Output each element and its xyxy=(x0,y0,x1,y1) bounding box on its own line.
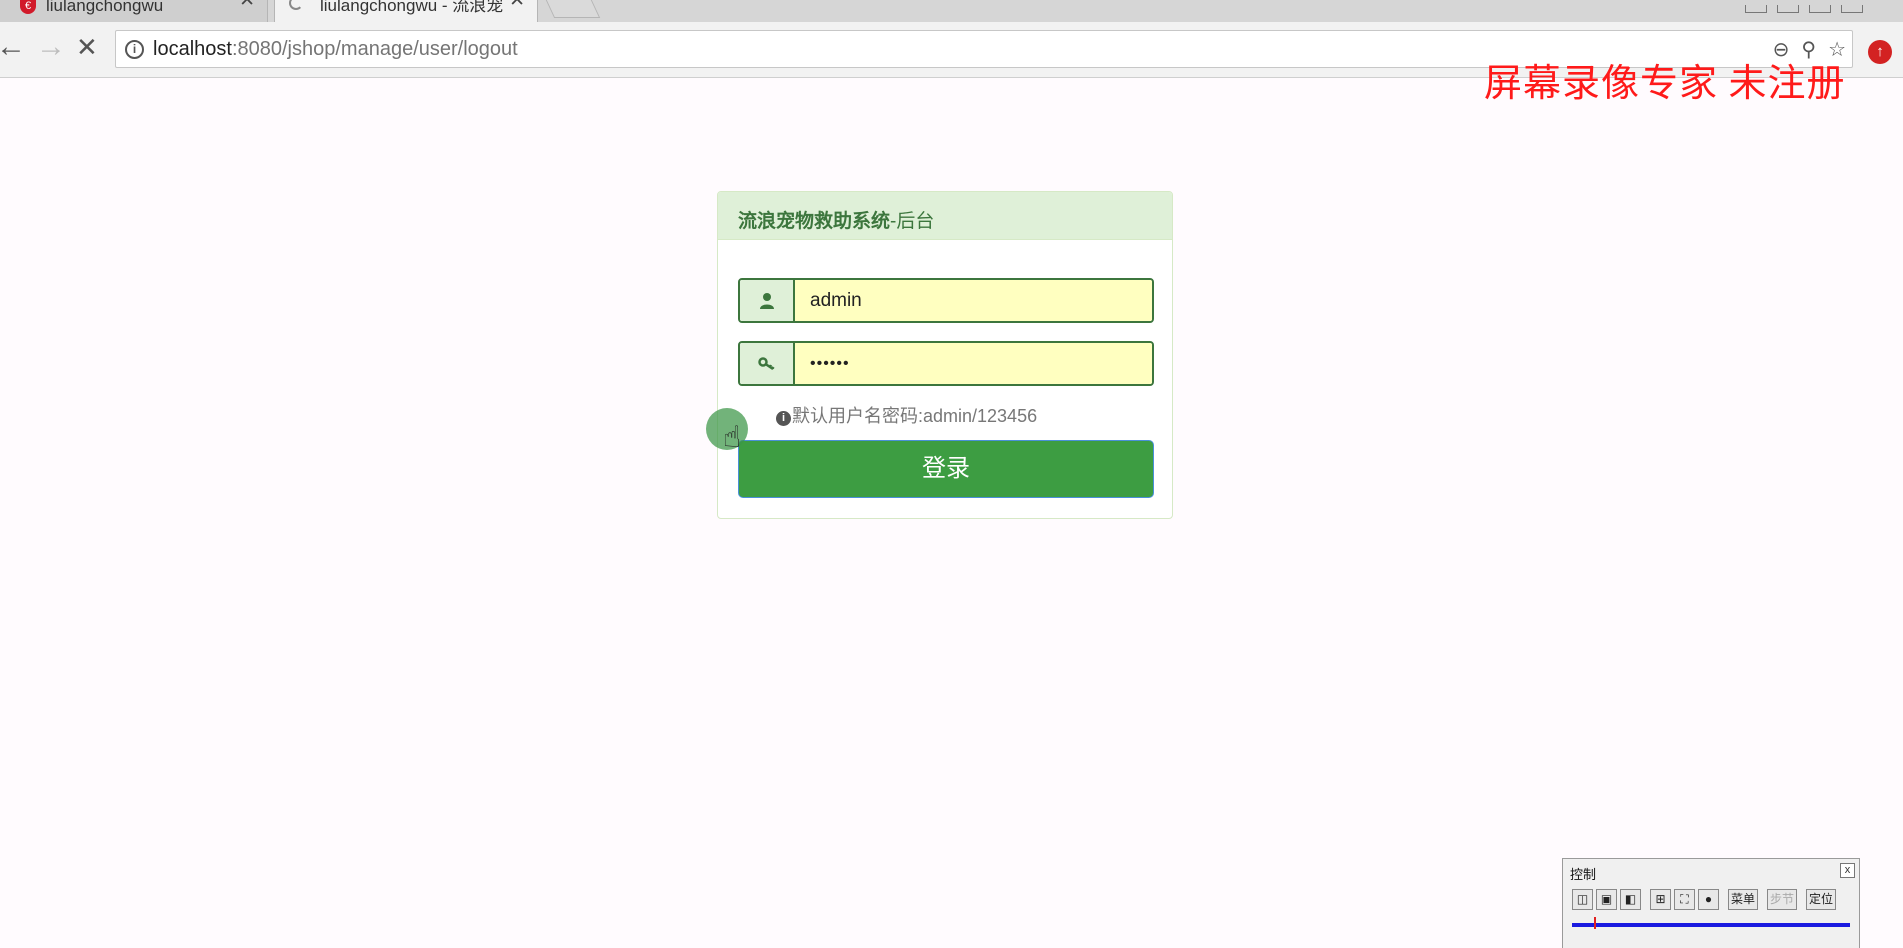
tab-liulangchongwu-2[interactable]: liulangchongwu - 流浪宠 ✕ xyxy=(274,0,538,22)
url-text[interactable]: localhost:8080/jshop/manage/user/logout xyxy=(153,38,518,61)
default-credentials-hint: i 默认用户名密码:admin/123456 xyxy=(776,402,1037,428)
progress-track[interactable] xyxy=(1572,917,1850,929)
password-group xyxy=(738,341,1154,386)
tab-close-icon[interactable]: ✕ xyxy=(239,0,255,10)
forward-arrow-icon[interactable]: → xyxy=(36,32,66,62)
login-button[interactable]: 登录 xyxy=(738,440,1154,498)
key-icon xyxy=(740,343,795,384)
progress-marker[interactable] xyxy=(1594,917,1596,929)
stop-icon[interactable]: ✕ xyxy=(76,34,98,60)
system-title: 流浪宠物救助系统 xyxy=(738,211,891,232)
next-icon[interactable]: ◧ xyxy=(1620,889,1641,910)
site-favicon-icon: € xyxy=(20,0,36,14)
step-button[interactable]: 步节 xyxy=(1767,889,1798,910)
hand-pointer-icon: ☝ xyxy=(723,421,742,454)
info-circle-icon: i xyxy=(776,411,791,426)
system-subtitle: -后台 xyxy=(890,211,935,232)
tab-title: liulangchongwu - 流浪宠 xyxy=(320,0,504,15)
cursor-icon[interactable]: ● xyxy=(1698,889,1719,910)
user-icon xyxy=(740,280,795,321)
tab-liulangchongwu-1[interactable]: € liulangchongwu ✕ xyxy=(0,0,268,22)
control-title: 控制 xyxy=(1570,867,1597,882)
new-tab-button[interactable] xyxy=(545,0,601,18)
restore-icon[interactable] xyxy=(1777,5,1799,13)
fit-window-icon[interactable]: ⊞ xyxy=(1650,889,1671,910)
login-panel: 流浪宠物救助系统-后台 i默认用户名密码:admin/123456 登录 xyxy=(717,191,1173,519)
close-window-icon[interactable] xyxy=(1841,5,1863,13)
tab-close-icon[interactable]: ✕ xyxy=(509,0,525,10)
extension-icon[interactable]: ↑ xyxy=(1868,40,1892,64)
info-icon[interactable]: i xyxy=(125,40,144,59)
back-arrow-icon[interactable]: ← xyxy=(0,32,26,62)
stop-record-icon[interactable]: ▣ xyxy=(1596,889,1617,910)
tab-bar: € liulangchongwu ✕ liulangchongwu - 流浪宠 … xyxy=(0,0,1903,22)
pause-icon[interactable]: ◫ xyxy=(1572,889,1593,910)
menu-button[interactable]: 菜单 xyxy=(1728,889,1759,910)
panel-heading: 流浪宠物救助系统-后台 xyxy=(718,192,1172,240)
hint-text: 默认用户名密码:admin/123456 xyxy=(792,406,1038,426)
window-controls xyxy=(1735,0,1863,13)
password-input[interactable] xyxy=(795,343,1152,384)
maximize-icon[interactable] xyxy=(1809,5,1831,13)
minimize-icon[interactable] xyxy=(1745,5,1767,13)
locate-button[interactable]: 定位 xyxy=(1806,889,1837,910)
username-input[interactable] xyxy=(795,280,1152,321)
loading-spinner-icon xyxy=(289,0,303,10)
tab-title: liulangchongwu xyxy=(46,0,164,15)
username-group xyxy=(738,278,1154,323)
recorder-watermark: 屏幕录像专家 未注册 xyxy=(1484,63,1846,105)
recorder-control-window: 控制 x ◫ ▣ ◧ ⊞ ⛶ ● 菜单 步节 定位 xyxy=(1562,858,1860,948)
recorder-buttons: ◫ ▣ ◧ ⊞ ⛶ ● 菜单 步节 定位 xyxy=(1572,889,1837,911)
fullscreen-icon[interactable]: ⛶ xyxy=(1674,889,1695,910)
close-icon[interactable]: x xyxy=(1840,863,1855,878)
url-host: localhost xyxy=(153,38,232,60)
url-path: :8080/jshop/manage/user/logout xyxy=(231,38,518,60)
